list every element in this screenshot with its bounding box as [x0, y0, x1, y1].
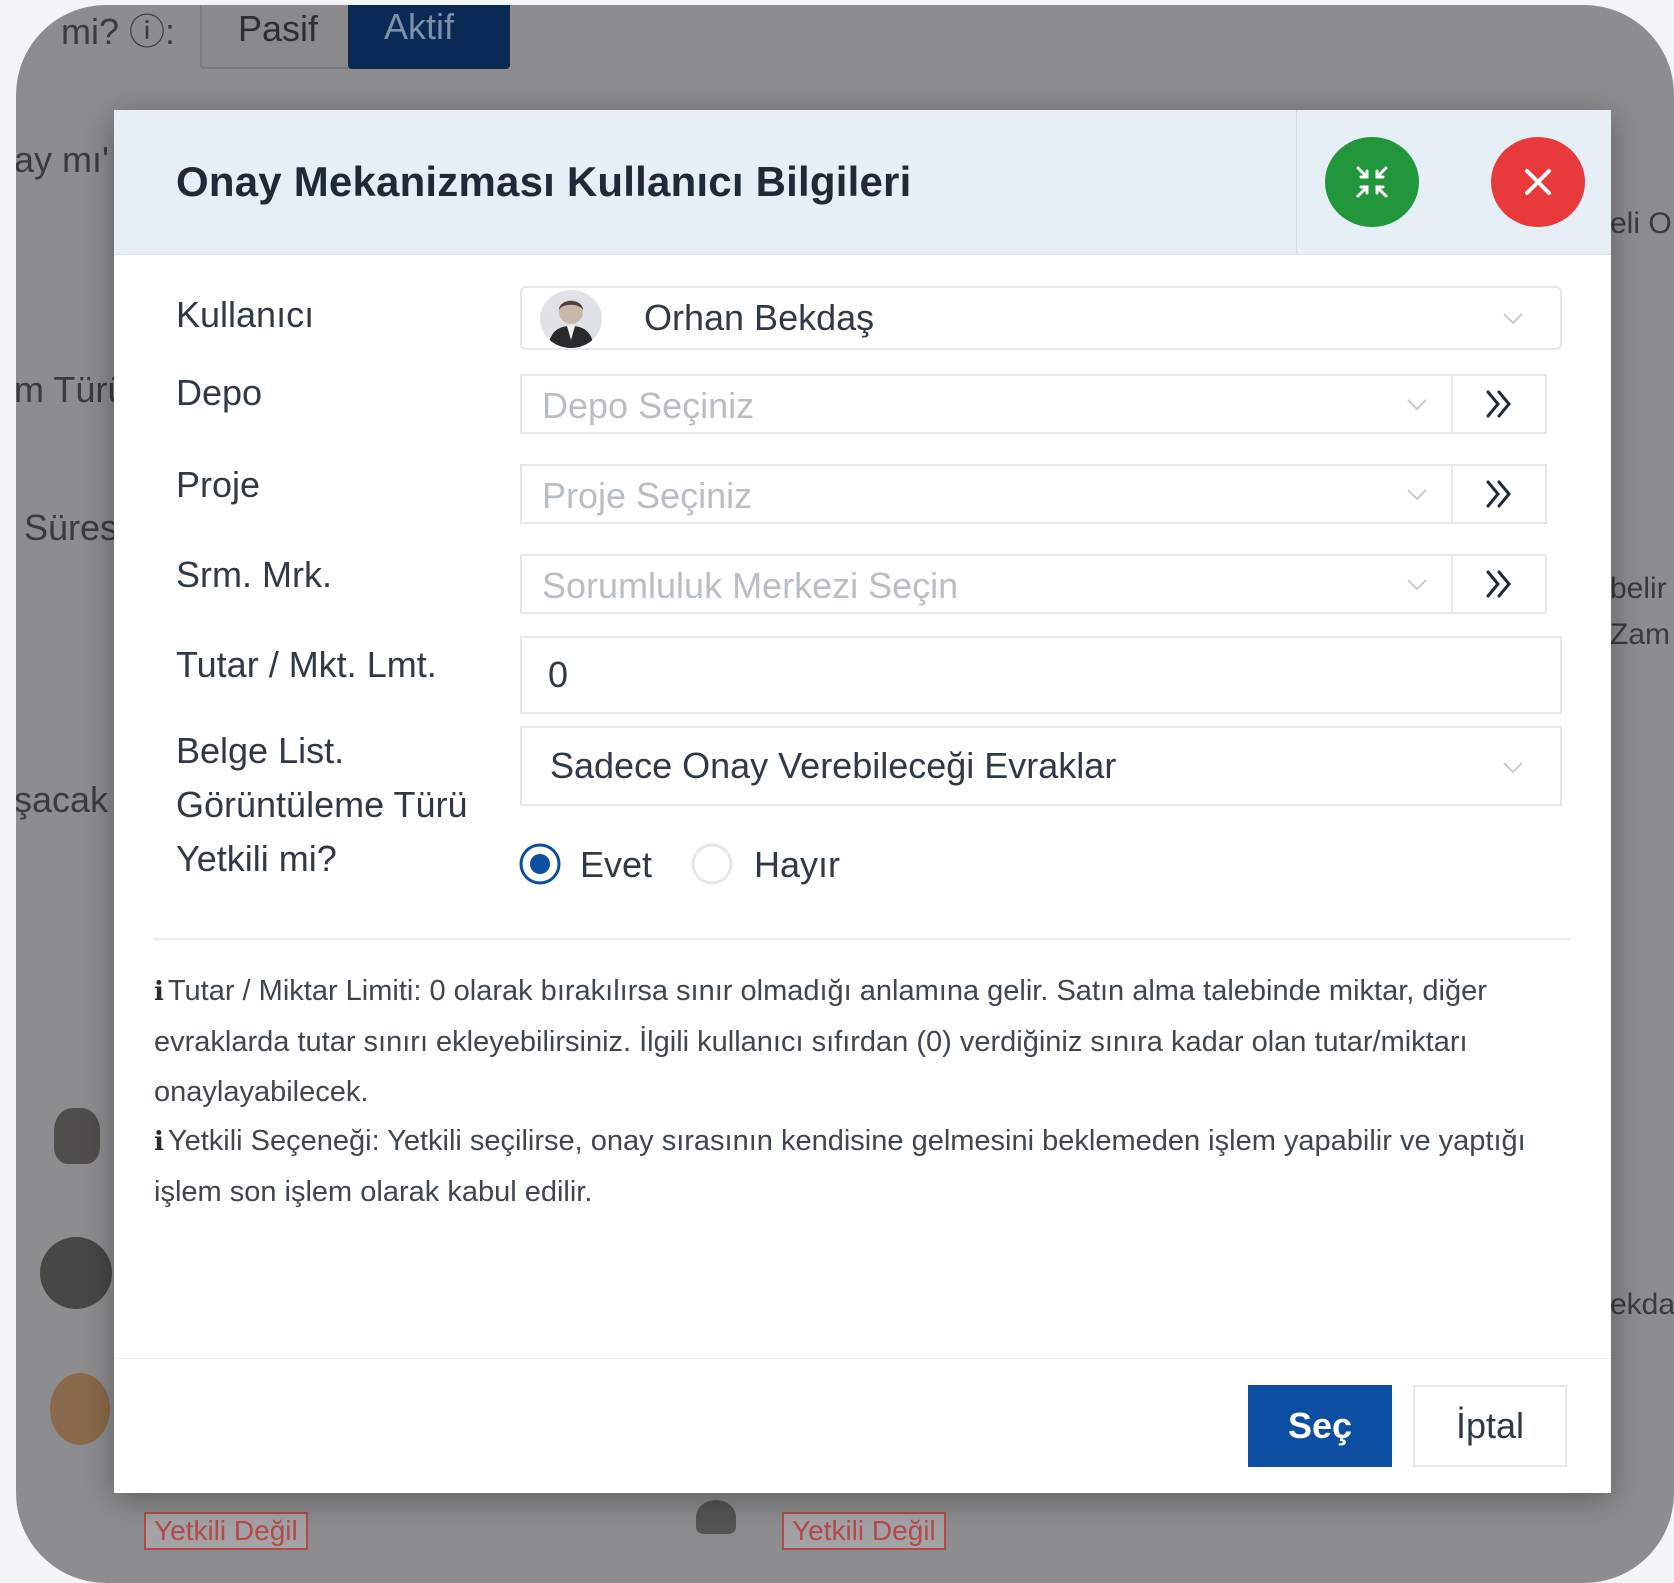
cancel-button[interactable]: İptal	[1413, 1385, 1567, 1467]
proje-select-placeholder: Proje Seçiniz	[542, 475, 753, 516]
yetkili-info-text: Yetkili Seçeneği: Yetkili seçilirse, ona…	[154, 1125, 1526, 1208]
user-select[interactable]: Orhan Bekdaş	[520, 286, 1562, 350]
background-avatar	[54, 1108, 100, 1164]
proje-select-all-button[interactable]	[1451, 464, 1547, 524]
belge-label-line1: Belge List.	[176, 730, 345, 771]
select-button[interactable]: Seç	[1248, 1385, 1392, 1467]
background-status-badge: Yetkili Değil	[782, 1512, 946, 1550]
close-icon	[1525, 169, 1551, 195]
srm-mrk-select-placeholder: Sorumluluk Merkezi Seçin	[542, 565, 959, 606]
tutar-input-value: 0	[548, 654, 569, 695]
background-label-ulasacak: şacak	[16, 779, 109, 820]
belge-view-select[interactable]: Sadece Onay Verebileceği Evraklar	[520, 726, 1562, 806]
srm-mrk-label: Srm. Mrk.	[176, 554, 332, 595]
close-button[interactable]	[1491, 137, 1585, 227]
proje-label: Proje	[176, 464, 261, 505]
radio-hayir-label[interactable]: Hayır	[754, 844, 840, 886]
chevron-down-icon	[1407, 579, 1427, 591]
user-label: Kullanıcı	[176, 294, 315, 335]
background-right-text-4: ekda	[1610, 1288, 1674, 1321]
expand-arrows-icon	[1356, 166, 1388, 198]
chevron-down-icon	[1407, 489, 1427, 501]
background-status-badge: Yetkili Değil	[144, 1512, 308, 1550]
radio-checked-icon	[519, 843, 561, 885]
background-avatar	[50, 1373, 110, 1445]
double-chevron-right-icon	[1486, 390, 1511, 418]
user-info-modal: Onay Mekanizması Kullanıcı Bilgileri Kul…	[114, 110, 1611, 1493]
double-chevron-right-icon	[1486, 480, 1511, 508]
yetkili-label: Yetkili mi?	[176, 838, 337, 879]
chevron-down-icon	[1503, 762, 1523, 774]
tutar-label: Tutar / Mkt. Lmt.	[176, 644, 437, 685]
minimize-button[interactable]	[1325, 137, 1419, 227]
depo-select-placeholder: Depo Seçiniz	[542, 385, 755, 426]
belge-label-line2: Görüntüleme Türü	[176, 784, 468, 825]
header-divider	[1296, 110, 1297, 254]
radio-evet[interactable]	[518, 842, 562, 886]
srm-mrk-select[interactable]: Sorumluluk Merkezi Seçin	[520, 554, 1466, 614]
background-aktif-button: Aktif	[348, 5, 510, 69]
info-icon: i	[154, 977, 164, 1007]
depo-select-all-button[interactable]	[1451, 374, 1547, 434]
background-avatar	[696, 1500, 736, 1534]
background-label-suresi: Süres	[24, 507, 119, 548]
background-label-form-turu: m Türü	[16, 369, 128, 410]
yetkili-info-note: i Yetkili Seçeneği: Yetkili seçilirse, on…	[154, 1116, 1554, 1217]
background-right-text-1: eli O	[1610, 207, 1672, 240]
background-right-text-3: Zam	[1610, 618, 1670, 651]
radio-hayir[interactable]	[690, 842, 734, 886]
double-chevron-right-icon	[1486, 570, 1511, 598]
belge-view-select-value: Sadece Onay Verebileceği Evraklar	[550, 745, 1117, 786]
depo-select[interactable]: Depo Seçiniz	[520, 374, 1466, 434]
modal-title: Onay Mekanizması Kullanıcı Bilgileri	[176, 158, 912, 205]
section-divider	[154, 938, 1570, 940]
avatar	[540, 290, 602, 348]
info-icon: i	[154, 1127, 164, 1157]
tutar-info-text: Tutar / Miktar Limiti: 0 olarak bırakılı…	[154, 975, 1487, 1108]
tutar-info-note: i Tutar / Miktar Limiti: 0 olarak bırakıl…	[154, 966, 1554, 1117]
tutar-input[interactable]: 0	[520, 636, 1562, 714]
srm-mrk-select-all-button[interactable]	[1451, 554, 1547, 614]
user-select-value: Orhan Bekdaş	[644, 297, 875, 338]
radio-evet-label[interactable]: Evet	[580, 844, 652, 886]
radio-unchecked-icon	[691, 843, 733, 885]
background-label-onay: ay mı'	[16, 139, 109, 180]
modal-header: Onay Mekanizması Kullanıcı Bilgileri	[114, 110, 1611, 255]
proje-select[interactable]: Proje Seçiniz	[520, 464, 1466, 524]
background-pasif-button: Pasif	[200, 5, 356, 69]
chevron-down-icon	[1407, 399, 1427, 411]
background-right-text-2: belir	[1610, 572, 1667, 605]
background-avatar	[40, 1237, 112, 1309]
depo-label: Depo	[176, 372, 263, 413]
avatar-image	[548, 300, 594, 348]
background-question-label: mi? ⓘ:	[61, 11, 176, 52]
chevron-down-icon	[1503, 313, 1523, 325]
